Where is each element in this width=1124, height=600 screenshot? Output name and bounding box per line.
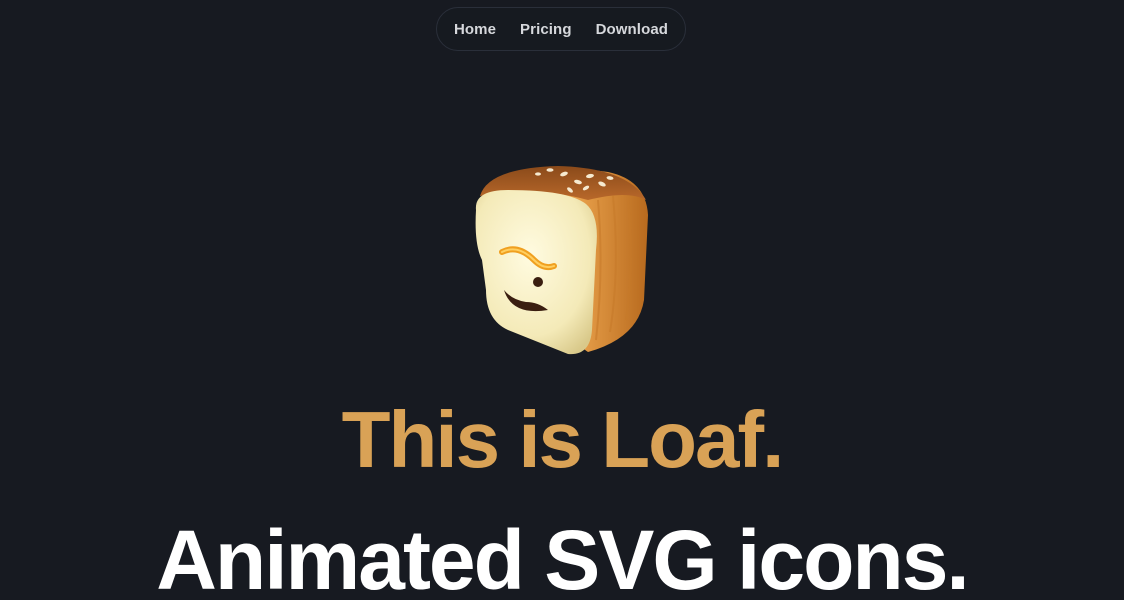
hero-title: This is Loaf. bbox=[341, 395, 785, 484]
bread-loaf-mascot-icon bbox=[468, 160, 654, 360]
hero-subtitle: Animated SVG icons. bbox=[156, 513, 970, 600]
nav-link-pricing[interactable]: Pricing bbox=[520, 21, 572, 38]
nav-link-home[interactable]: Home bbox=[454, 21, 496, 38]
nav-link-download[interactable]: Download bbox=[596, 21, 668, 38]
top-nav: Home Pricing Download bbox=[436, 7, 686, 51]
